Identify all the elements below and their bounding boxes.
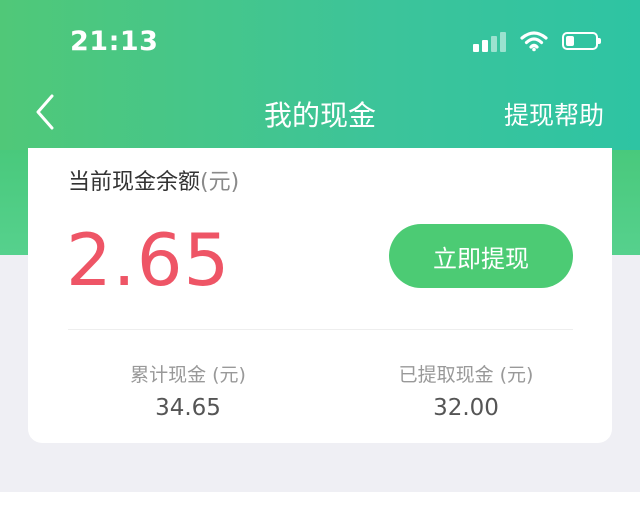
- withdraw-now-button[interactable]: 立即提现: [389, 224, 573, 288]
- withdraw-help-link[interactable]: 提现帮助: [504, 96, 604, 132]
- balance-label-text: 当前现金余额: [68, 170, 201, 195]
- balance-unit: (元): [200, 170, 240, 195]
- cellular-signal-icon: [473, 30, 506, 52]
- bottom-panel: [0, 492, 640, 510]
- status-time: 21:13: [70, 26, 159, 57]
- withdrawn-cash-stat: 已提取现金 (元) 32.00: [356, 360, 576, 421]
- balance-amount: 2.65: [66, 218, 231, 302]
- total-cash-label: 累计现金 (元): [130, 364, 246, 386]
- balance-card: 当前现金余额(元) 2.65 立即提现 累计现金 (元) 34.65 已提取现金…: [28, 148, 612, 443]
- wifi-icon: [520, 31, 548, 52]
- status-icons: [473, 30, 601, 52]
- balance-label: 当前现金余额(元): [68, 164, 239, 196]
- withdrawn-cash-label: 已提取现金 (元): [398, 364, 534, 386]
- battery-icon: [562, 32, 601, 50]
- total-cash-stat: 累计现金 (元) 34.65: [78, 360, 298, 421]
- card-divider: [68, 329, 573, 330]
- total-cash-value: 34.65: [155, 395, 221, 421]
- withdrawn-cash-value: 32.00: [433, 395, 499, 421]
